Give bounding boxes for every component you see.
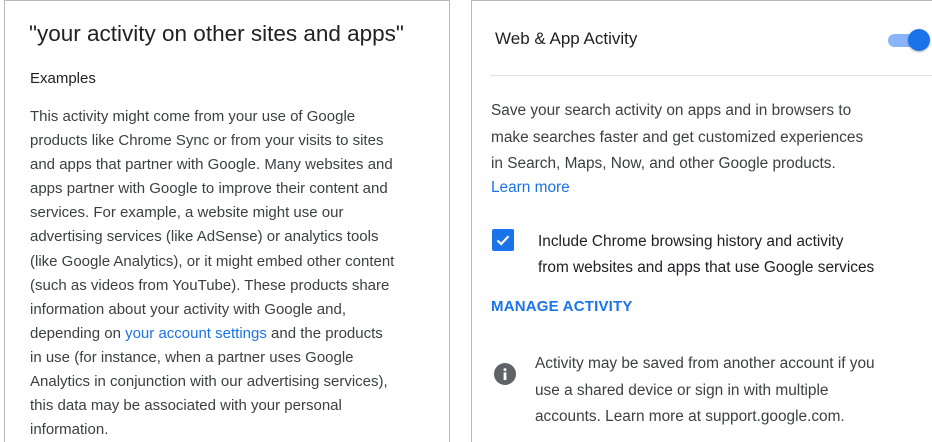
body-line: advertising services (like AdSense) or a… [30,228,379,246]
checkmark-icon [496,235,510,246]
examples-body: This activity might come from your use o… [30,105,448,442]
body-line-with-link: depending on your account settings and t… [30,322,448,346]
panel-title: "your activity on other sites and apps" [29,21,404,46]
info-icon [494,363,516,385]
description-line: make searches faster and get customized … [491,128,864,146]
include-chrome-history-label: Include Chrome browsing history and acti… [538,229,932,281]
body-line: information about your activity with Goo… [30,300,347,318]
web-app-activity-toggle[interactable] [888,28,930,52]
body-line: services. For example, a website might u… [30,204,344,222]
activity-description: Save your search activity on apps and in… [491,98,931,178]
toggle-knob [908,29,930,51]
checkbox-label-line: from websites and apps that use Google s… [538,259,875,276]
body-line: this data may be associated with your pe… [30,397,342,415]
body-line: This activity might come from your use o… [30,108,356,125]
web-app-activity-title: Web & App Activity [495,29,638,48]
body-line: in use (for instance, when a partner use… [30,348,354,366]
body-text-fragment: and the products [266,324,383,342]
body-line: products like Chrome Sync or from your v… [30,132,384,150]
examples-heading: Examples [30,70,96,87]
notice-line: accounts. Learn more at support.google.c… [535,408,845,425]
divider [490,75,932,76]
body-line: apps partner with Google to improve thei… [30,180,388,198]
description-line: in Search, Maps, Now, and other Google p… [491,155,836,172]
shared-device-notice: Activity may be saved from another accou… [535,351,931,431]
body-line: Analytics in conjunction with our advert… [30,373,388,391]
info-glyph [503,368,507,380]
manage-activity-button[interactable]: MANAGE ACTIVITY [491,298,633,315]
body-line: (like Google Analytics), or it might emb… [30,252,395,270]
examples-panel: "your activity on other sites and apps" … [4,0,450,442]
body-line: (such as videos from YouTube). These pro… [30,276,390,294]
notice-line: Activity may be saved from another accou… [535,355,875,372]
web-app-activity-panel: Web & App Activity Save your search acti… [471,0,932,442]
account-settings-link[interactable]: your account settings [125,325,267,342]
description-line: Save your search activity on apps and in… [491,102,852,119]
checkbox-label-line: Include Chrome browsing history and acti… [538,233,844,250]
include-chrome-history-checkbox[interactable] [492,229,514,251]
notice-line: use a shared device or sign in with mult… [535,381,829,399]
learn-more-link[interactable]: Learn more [491,177,570,199]
body-line: and apps that partner with Google. Many … [30,156,393,174]
body-text-fragment: depending on [30,324,126,342]
body-line: information. [30,421,109,439]
